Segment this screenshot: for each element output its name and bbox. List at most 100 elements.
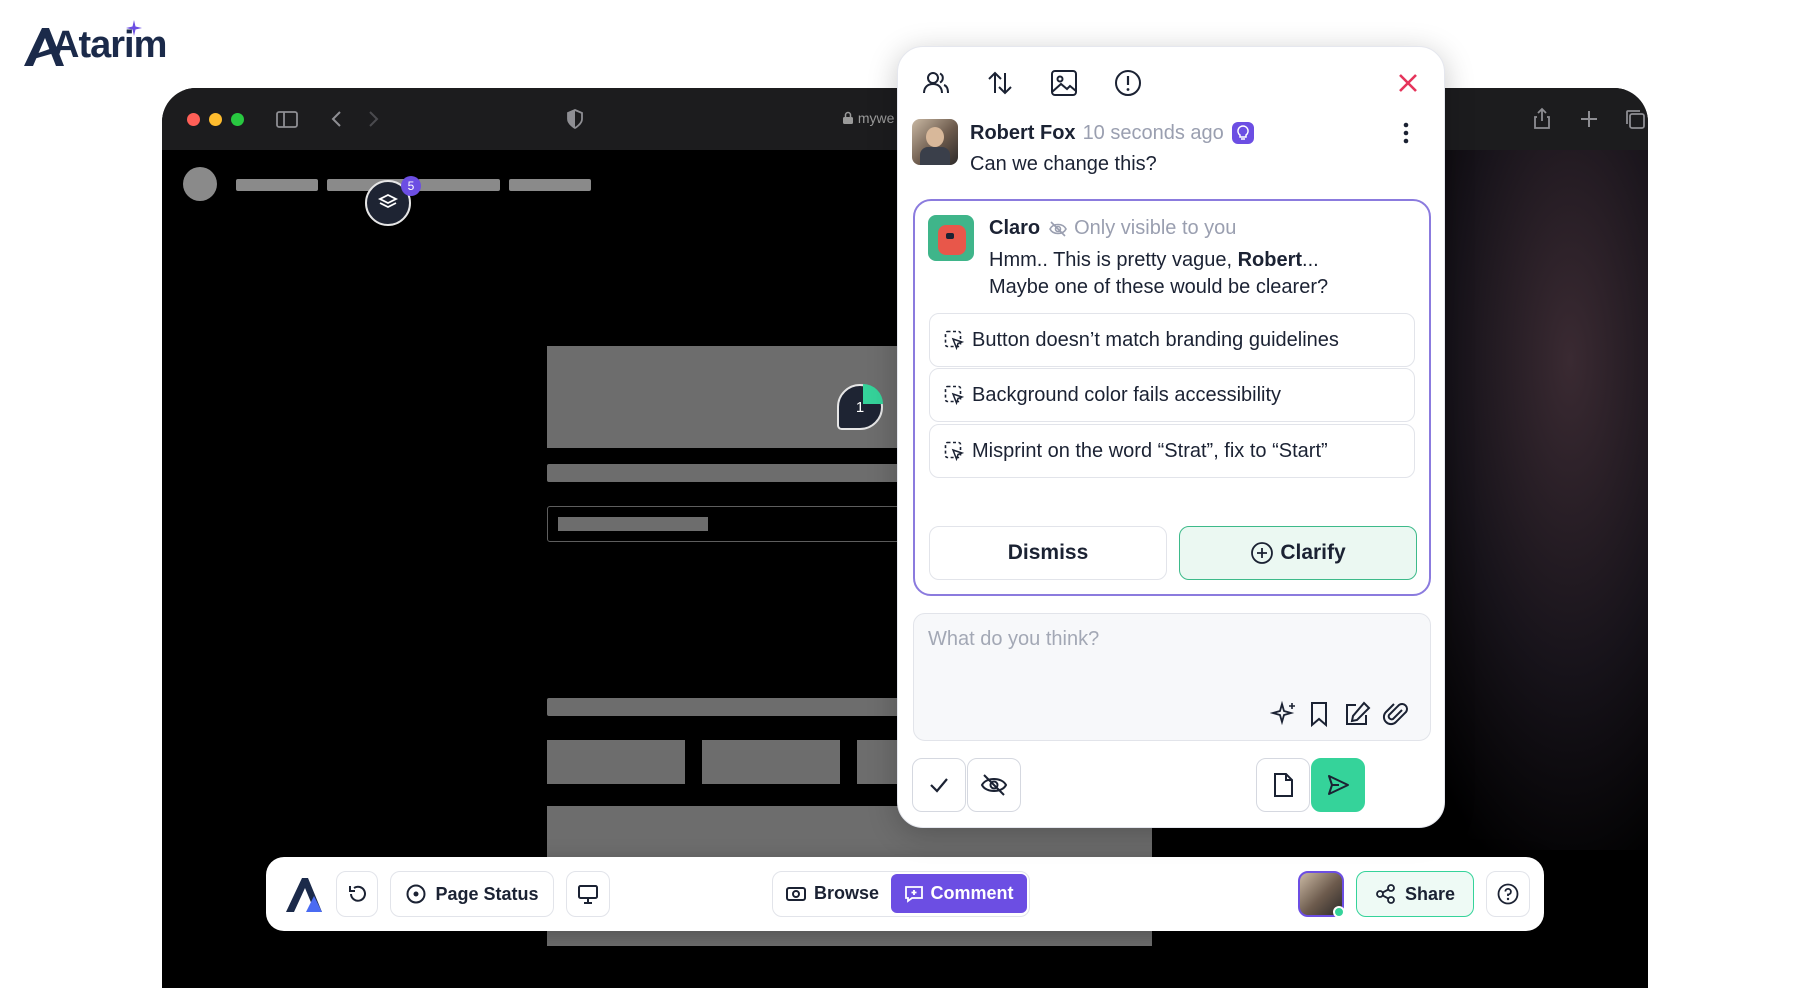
close-panel-button[interactable] xyxy=(1390,65,1426,101)
clarify-button[interactable]: Clarify xyxy=(1179,526,1417,580)
sparkle-icon[interactable] xyxy=(1270,700,1298,728)
forward-icon[interactable] xyxy=(360,106,386,132)
button-placeholder xyxy=(702,740,840,784)
mode-switch: Browse Comment xyxy=(772,871,1030,917)
screenshot-button[interactable] xyxy=(1046,65,1082,101)
user-avatar[interactable] xyxy=(1298,871,1345,918)
select-area-icon xyxy=(944,385,964,405)
sidebar-toggle-icon[interactable] xyxy=(274,106,300,132)
urgency-button[interactable] xyxy=(1110,65,1146,101)
suggestion-item[interactable]: Misprint on the word “Strat”, fix to “St… xyxy=(929,424,1415,478)
minimize-window-dot[interactable] xyxy=(209,113,222,126)
comment-plus-icon xyxy=(905,885,924,903)
sort-icon xyxy=(988,71,1012,95)
browse-label: Browse xyxy=(813,883,880,903)
close-window-dot[interactable] xyxy=(187,113,200,126)
layers-icon xyxy=(377,193,399,209)
suggestion-item[interactable]: Background color fails accessibility xyxy=(929,368,1415,422)
atarim-toolbar: Page Status Browse Comment Share xyxy=(266,857,1544,931)
site-logo-placeholder xyxy=(183,167,217,201)
online-status-dot xyxy=(1333,906,1345,918)
refresh-icon xyxy=(349,885,366,902)
suggestion-item[interactable]: Button doesn’t match branding guidelines xyxy=(929,313,1415,367)
insight-badge[interactable] xyxy=(1231,122,1254,144)
reply-input[interactable] xyxy=(928,628,1408,688)
claro-text-part: ... xyxy=(1302,249,1319,271)
dismiss-button[interactable]: Dismiss xyxy=(929,526,1167,580)
priority-button[interactable] xyxy=(982,65,1018,101)
shield-icon[interactable] xyxy=(562,106,588,132)
claro-header: Claro Only visible to you xyxy=(989,217,1236,240)
share-button[interactable]: Share xyxy=(1356,871,1474,917)
paperclip-icon[interactable] xyxy=(1382,700,1410,728)
comment-author: Robert Fox xyxy=(970,121,1076,144)
image-icon xyxy=(1051,70,1077,96)
page-status-label: Page Status xyxy=(435,883,539,904)
clarify-label: Clarify xyxy=(1280,541,1346,564)
internal-note-button[interactable] xyxy=(1256,758,1310,812)
desktop-icon xyxy=(578,885,598,904)
lightbulb-icon xyxy=(1237,125,1249,140)
comment-time: 10 seconds ago xyxy=(1082,121,1224,144)
nav-placeholder xyxy=(509,179,591,191)
edit-icon[interactable] xyxy=(1342,700,1372,728)
lock-icon xyxy=(843,111,853,124)
nav-placeholder xyxy=(236,179,318,191)
button-placeholder xyxy=(547,740,685,784)
users-icon xyxy=(923,72,949,94)
address-bar[interactable]: mywe xyxy=(842,110,894,126)
eye-off-icon xyxy=(1049,220,1068,237)
status-circle-icon xyxy=(406,884,426,904)
browse-eye-icon xyxy=(785,886,806,901)
claro-suggestion-card: Claro Only visible to you Hmm.. This is … xyxy=(913,199,1431,596)
alert-icon xyxy=(1115,70,1141,96)
pin-status-icon xyxy=(863,384,883,404)
eye-off-icon xyxy=(980,774,1008,796)
comment-header: Robert Fox 10 seconds ago xyxy=(970,121,1254,145)
kebab-icon[interactable] xyxy=(1401,121,1411,145)
claro-text-name: Robert xyxy=(1237,249,1303,271)
select-area-icon xyxy=(944,330,964,350)
page-status-button[interactable]: Page Status xyxy=(390,871,554,917)
plus-circle-icon xyxy=(1251,542,1274,564)
tabs-overview-icon[interactable] xyxy=(1622,106,1648,132)
device-view-button[interactable] xyxy=(566,871,610,917)
claro-message-line-1: Hmm.. This is pretty vague, Robert... xyxy=(989,249,1319,272)
claro-message-line-2: Maybe one of these would be clearer? xyxy=(989,276,1329,298)
comment-panel: Robert Fox 10 seconds ago Can we change … xyxy=(897,46,1445,828)
share-sheet-icon[interactable] xyxy=(1529,106,1555,132)
bookmark-icon[interactable] xyxy=(1306,700,1332,728)
check-icon xyxy=(930,778,948,793)
atarim-home-icon[interactable] xyxy=(284,874,324,914)
send-button[interactable] xyxy=(1311,758,1365,812)
share-label: Share xyxy=(1404,883,1456,904)
url-text: mywe xyxy=(857,110,895,126)
claro-text-part: Hmm.. This is pretty vague, xyxy=(989,249,1238,271)
suggestion-text: Misprint on the word “Strat”, fix to “St… xyxy=(972,439,1328,462)
comment-mode-button[interactable]: Comment xyxy=(891,874,1027,913)
back-icon[interactable] xyxy=(324,106,350,132)
claro-name: Claro xyxy=(989,217,1041,239)
maximize-window-dot[interactable] xyxy=(231,113,244,126)
file-icon xyxy=(1274,773,1293,797)
comment-text: Can we change this? xyxy=(970,153,1157,175)
suggestion-text: Button doesn’t match branding guidelines xyxy=(972,328,1339,351)
refresh-button[interactable] xyxy=(336,871,378,917)
visibility-toggle-button[interactable] xyxy=(967,758,1021,812)
suggestion-text: Background color fails accessibility xyxy=(972,383,1282,406)
share-icon xyxy=(1376,884,1395,904)
help-button[interactable] xyxy=(1486,871,1530,917)
help-icon xyxy=(1497,883,1519,905)
dismiss-label: Dismiss xyxy=(1007,541,1089,564)
logo-sparkle-icon xyxy=(126,20,142,36)
comment-pin[interactable]: 1 xyxy=(837,384,883,430)
visibility-note: Only visible to you xyxy=(1074,217,1237,239)
close-icon xyxy=(1399,74,1417,92)
new-tab-icon[interactable] xyxy=(1576,106,1602,132)
assign-users-button[interactable] xyxy=(918,65,954,101)
select-area-icon xyxy=(944,441,964,461)
layers-pin[interactable]: 5 xyxy=(365,176,421,226)
browse-mode-button[interactable]: Browse xyxy=(773,872,891,915)
nav-placeholder xyxy=(418,179,500,191)
resolve-button[interactable] xyxy=(912,758,966,812)
